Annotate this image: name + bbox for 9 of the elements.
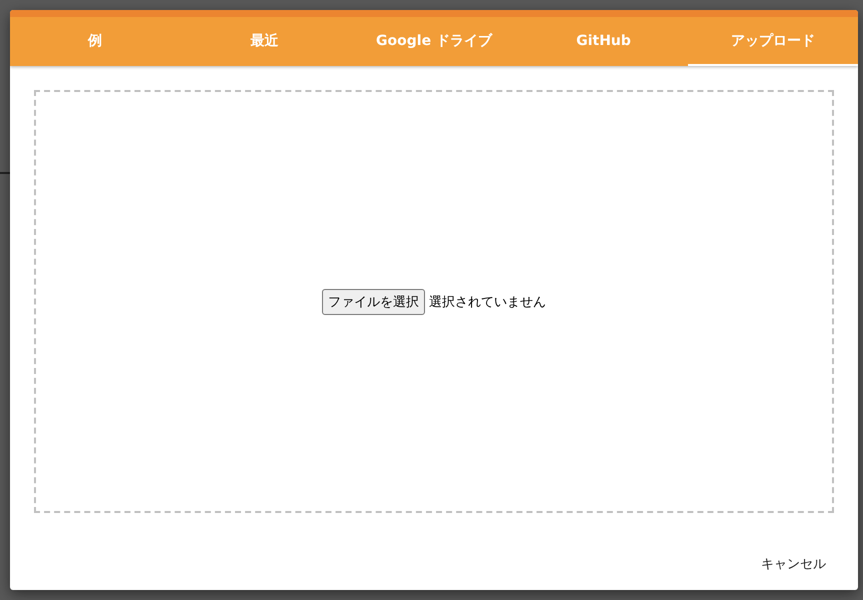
tab[interactable]: 最近 (180, 17, 350, 66)
choose-file-button[interactable]: ファイルを選択 (322, 288, 425, 314)
tab[interactable]: アップロード (688, 17, 858, 66)
cancel-button[interactable]: キャンセル (753, 549, 834, 579)
drop-zone[interactable]: ファイルを選択 選択されていません (34, 90, 834, 513)
tab[interactable]: GitHub (518, 17, 688, 66)
file-status: 選択されていません (429, 294, 546, 310)
tab[interactable]: Google ドライブ (349, 17, 519, 66)
tab[interactable]: 例 (10, 17, 180, 66)
